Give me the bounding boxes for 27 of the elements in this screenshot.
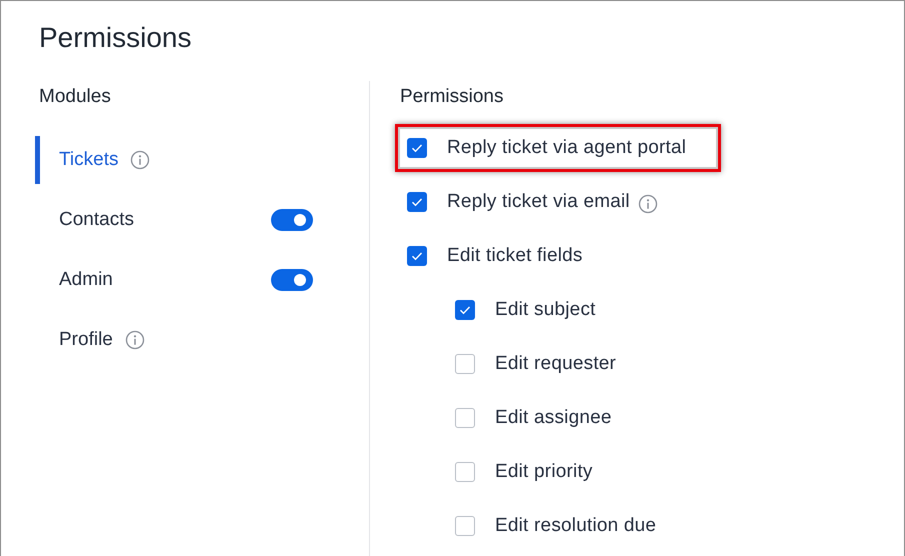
module-tab[interactable]: Admin <box>59 269 113 291</box>
module-tab[interactable]: Contacts <box>59 209 134 231</box>
checkbox[interactable] <box>455 516 475 536</box>
module-tab[interactable]: Profile <box>59 329 113 351</box>
section-heading: Modules <box>39 85 112 109</box>
toggle-switch[interactable] <box>271 269 313 291</box>
checkbox[interactable] <box>407 192 427 212</box>
permission-label: Edit priority <box>495 461 593 483</box>
permission-label: Edit subject <box>495 299 596 321</box>
info-icon <box>130 150 150 170</box>
permission-label: Edit requester <box>495 353 616 375</box>
checkbox[interactable] <box>407 246 427 266</box>
page-title: Permissions <box>39 21 192 55</box>
info-icon <box>124 330 145 350</box>
checkbox[interactable] <box>455 300 475 320</box>
permission-label: Reply ticket via email <box>447 191 630 213</box>
checkbox[interactable] <box>455 462 475 482</box>
checkbox[interactable] <box>455 354 475 374</box>
permission-label: Edit assignee <box>495 407 612 429</box>
toggle-switch[interactable] <box>271 209 313 231</box>
checkbox[interactable] <box>455 408 475 428</box>
section-heading: Permissions <box>400 85 504 109</box>
permission-label: Reply ticket via agent portal <box>447 137 686 159</box>
checkbox[interactable] <box>407 138 427 158</box>
module-tab[interactable]: Tickets <box>59 149 118 171</box>
permission-label: Edit ticket fields <box>447 245 583 267</box>
permission-label: Edit resolution due <box>495 515 656 537</box>
